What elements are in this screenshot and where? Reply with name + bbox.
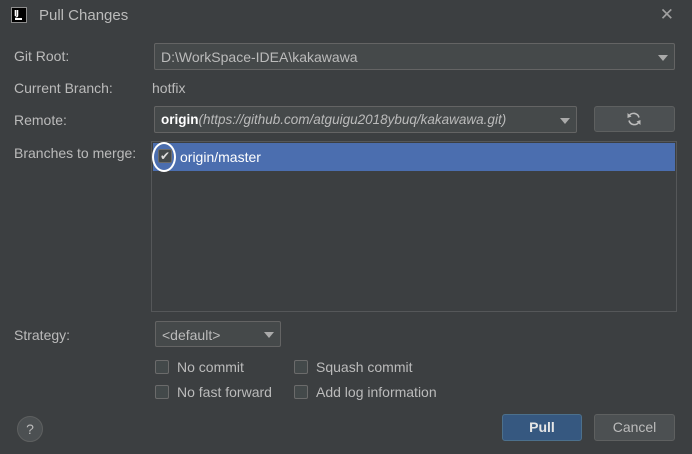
strategy-label: Strategy: (14, 327, 71, 343)
squash-commit-checkbox[interactable] (294, 360, 308, 374)
help-button[interactable]: ? (17, 416, 43, 442)
no-commit-checkbox[interactable] (155, 360, 169, 374)
branches-list: ✔ origin/master (151, 141, 677, 312)
window-title: Pull Changes (39, 7, 129, 24)
current-branch-label: Current Branch: (14, 80, 113, 96)
close-icon[interactable]: ✕ (660, 5, 674, 25)
remote-url: (https://github.com/atguigu2018ybuq/kaka… (198, 112, 507, 127)
cancel-button[interactable]: Cancel (594, 414, 675, 441)
strategy-value: <default> (162, 327, 221, 343)
chevron-down-icon (264, 332, 274, 338)
refresh-button[interactable] (594, 106, 675, 132)
git-root-dropdown[interactable]: D:\WorkSpace-IDEA\kakawawa (154, 43, 675, 70)
chevron-down-icon (658, 55, 668, 61)
branch-label: origin/master (180, 149, 261, 165)
current-branch-value: hotfix (152, 80, 186, 96)
title-bar: IJ Pull Changes ✕ (0, 0, 692, 33)
highlight-ring (152, 142, 176, 172)
remote-value: origin(https://github.com/atguigu2018ybu… (161, 112, 506, 127)
strategy-dropdown[interactable]: <default> (155, 321, 281, 347)
git-root-value: D:\WorkSpace-IDEA\kakawawa (161, 49, 358, 65)
git-root-label: Git Root: (14, 48, 70, 64)
help-icon: ? (26, 421, 34, 437)
add-log-information-checkbox[interactable] (294, 385, 308, 399)
no-fast-forward-label: No fast forward (177, 384, 272, 400)
remote-dropdown[interactable]: origin(https://github.com/atguigu2018ybu… (154, 106, 577, 133)
remote-name: origin (161, 112, 199, 127)
add-log-information-label: Add log information (316, 384, 437, 400)
no-commit-label: No commit (177, 359, 244, 375)
branches-label: Branches to merge: (14, 145, 137, 161)
squash-commit-label: Squash commit (316, 359, 413, 375)
no-fast-forward-checkbox[interactable] (155, 385, 169, 399)
remote-label: Remote: (14, 112, 67, 128)
list-item[interactable]: ✔ origin/master (152, 142, 675, 172)
intellij-idea-icon: IJ (11, 7, 27, 23)
pull-button[interactable]: Pull (502, 414, 582, 441)
chevron-down-icon (560, 118, 570, 124)
refresh-icon (627, 112, 641, 126)
